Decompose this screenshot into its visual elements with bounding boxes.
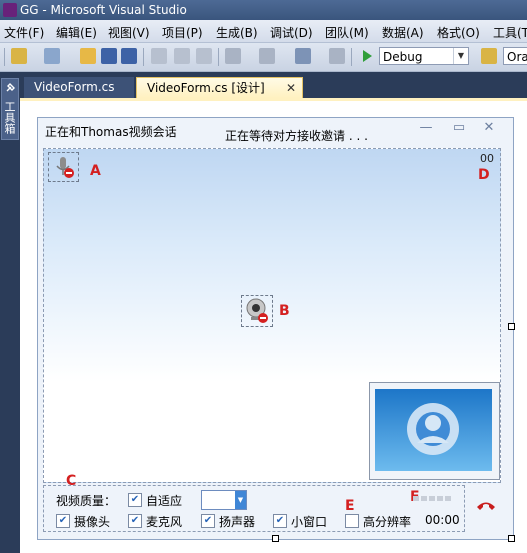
chevron-down-icon: ▼ [235,491,246,509]
quality-select[interactable]: ▼ [201,490,247,510]
open-file-icon[interactable] [80,48,96,64]
control-panel: C 视频质量： ✔ 自适应 ▼ ✔ 摄像头 ✔ 麦克风 ✔ 扬声器 ✔ 小窗口 … [43,473,465,532]
menu-view[interactable]: 视图(V) [108,24,150,41]
menu-project[interactable]: 项目(P) [162,24,203,41]
title-bar: GG - Microsoft Visual Studio [0,0,527,20]
quality-label: 视频质量： [56,494,117,508]
microphone-icon [56,157,74,178]
user-avatar-icon [407,403,459,455]
high-res-checkbox[interactable] [345,514,359,528]
tab-label: VideoForm.cs [设计] [147,81,265,95]
find-icon[interactable] [481,48,497,64]
redo-icon[interactable] [259,48,275,64]
window-title: GG - Microsoft Visual Studio [20,3,187,17]
microphone-checkbox[interactable]: ✔ [128,514,142,528]
tab-videoform-code[interactable]: VideoForm.cs [24,77,134,98]
microphone-label: 麦克风 [146,515,183,529]
menu-debug[interactable]: 调试(D) [270,24,313,41]
small-window-label: 小窗口 [291,515,328,529]
camera-icon [246,298,268,323]
annotation-c: C [66,473,77,489]
small-window-checkbox[interactable]: ✔ [273,514,287,528]
tab-label: VideoForm.cs [34,80,115,94]
annotation-d: D [478,167,490,183]
menu-file[interactable]: 文件(F) [4,24,44,41]
adaptive-label: 自适应 [146,494,183,508]
app-icon [3,3,17,17]
adaptive-checkbox[interactable]: ✔ [128,493,142,507]
form-title: 正在和Thomas视频会话 [45,125,177,139]
toolbox-tab[interactable]: 工具箱 [1,78,19,140]
left-dock-strip [0,72,20,553]
save-all-icon[interactable] [121,48,137,64]
hangup-icon[interactable] [476,499,496,513]
toolbar-separator [351,48,352,66]
toolbar-separator [143,48,144,66]
document-tab-row: VideoForm.cs VideoForm.cs [设计] ✕ [20,72,527,98]
standard-toolbar: Debug ▼ Ora [0,43,527,72]
paste-icon[interactable] [196,48,212,64]
resize-handle-corner[interactable] [508,535,515,542]
navigate-forward-icon[interactable] [329,48,345,64]
cut-icon[interactable] [151,48,167,64]
add-item-icon[interactable] [44,48,60,64]
minimize-button[interactable]: — [418,121,434,135]
menu-tools[interactable]: 工具(T [493,24,527,41]
save-icon[interactable] [101,48,117,64]
menu-data[interactable]: 数据(A) [382,24,424,41]
toolbox-label: 工具箱 [3,100,16,134]
small-video-window[interactable] [369,382,500,480]
menu-team[interactable]: 团队(M) [325,24,369,41]
menu-edit[interactable]: 编辑(E) [56,24,97,41]
menu-bar: 文件(F) 编辑(E) 视图(V) 项目(P) 生成(B) 调试(D) 团队(M… [0,20,527,43]
menu-build[interactable]: 生成(B) [216,24,258,41]
solution-configuration-select[interactable]: Debug ▼ [379,47,469,65]
platform-value: Ora [507,50,527,64]
toolbar-grip[interactable] [4,48,5,66]
chevron-down-icon: ▼ [453,48,468,64]
close-icon[interactable]: ✕ [286,78,296,99]
call-timer: 00:00 [425,513,460,527]
menu-format[interactable]: 格式(O) [437,24,480,41]
new-project-icon[interactable] [11,48,27,64]
solution-platform-select[interactable]: Ora [503,47,527,65]
copy-icon[interactable] [174,48,190,64]
camera-status-box[interactable] [241,295,273,327]
camera-label: 摄像头 [74,515,111,529]
speaker-checkbox[interactable]: ✔ [201,514,215,528]
resize-handle-right[interactable] [508,323,515,330]
annotation-e: E [345,498,355,514]
speaker-label: 扬声器 [219,515,256,529]
undo-icon[interactable] [225,48,241,64]
tab-videoform-design[interactable]: VideoForm.cs [设计] ✕ [136,77,303,98]
connection-counter: 00 [480,152,494,165]
toolbox-icon [6,83,15,92]
config-value: Debug [383,50,423,64]
signal-bars-icon [413,496,451,501]
navigate-backward-icon[interactable] [295,48,311,64]
camera-checkbox[interactable]: ✔ [56,514,70,528]
status-label: 正在等待对方接收邀请 . . . [225,129,368,143]
local-video-preview [375,389,492,471]
high-res-label: 高分辨率 [363,515,412,529]
toolbar-separator [218,48,219,66]
annotation-b: B [279,303,290,319]
annotation-a: A [90,163,101,179]
maximize-button[interactable]: ▭ [451,121,467,135]
start-debug-icon[interactable] [359,48,375,64]
microphone-status-box[interactable] [48,152,79,182]
resize-handle-bottom[interactable] [272,535,279,542]
close-button[interactable]: ✕ [481,121,497,135]
video-form[interactable]: 正在和Thomas视频会话 正在等待对方接收邀请 . . . — ▭ ✕ A 0… [37,117,514,540]
